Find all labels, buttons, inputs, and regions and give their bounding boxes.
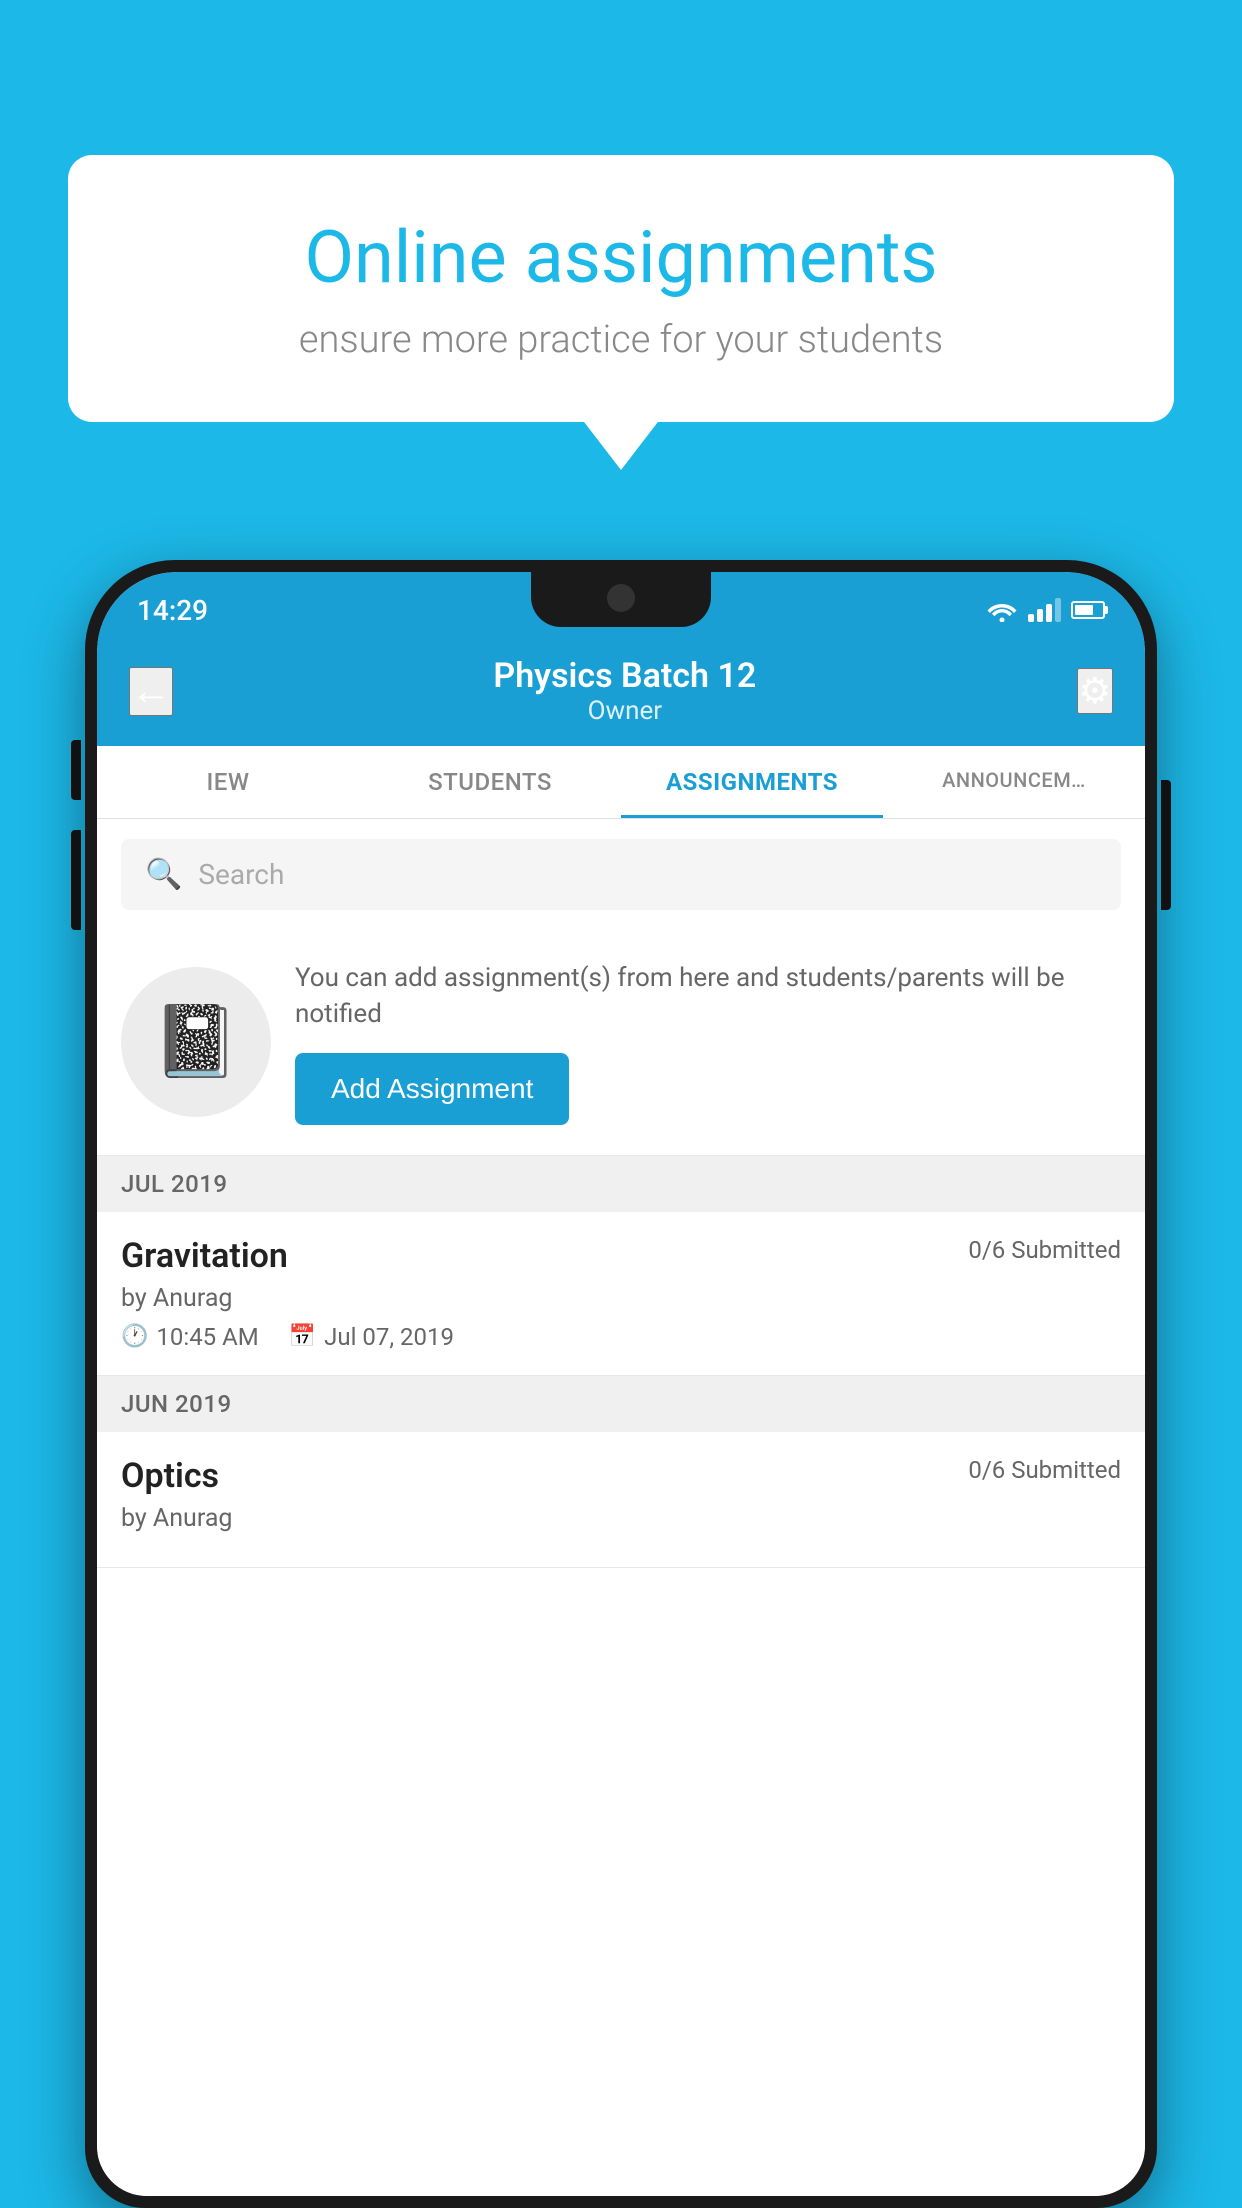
status-icons (986, 598, 1105, 622)
content-area: 🔍 Search 📓 You can add assignment(s) fro… (97, 819, 1145, 2196)
search-placeholder: Search (198, 858, 284, 891)
battery-icon (1071, 601, 1105, 619)
speech-bubble-title: Online assignments (138, 215, 1104, 300)
add-assignment-button[interactable]: Add Assignment (295, 1053, 569, 1125)
top-bar-subtitle: Owner (493, 696, 756, 726)
tabs-bar: IEW STUDENTS ASSIGNMENTS ANNOUNCEM… (97, 746, 1145, 819)
assignment-time: 🕐 10:45 AM (121, 1323, 259, 1351)
section-header-jul: JUL 2019 (97, 1156, 1145, 1212)
tab-iew[interactable]: IEW (97, 746, 359, 818)
top-bar-title: Physics Batch 12 (493, 656, 756, 696)
tab-assignments[interactable]: ASSIGNMENTS (621, 746, 883, 818)
back-button[interactable]: ← (129, 667, 173, 716)
notebook-icon: 📓 (152, 1001, 239, 1083)
assignment-meta: 🕐 10:45 AM 📅 Jul 07, 2019 (121, 1323, 1121, 1351)
speech-bubble-area: Online assignments ensure more practice … (68, 155, 1174, 422)
notch (531, 572, 711, 627)
assignment-submitted: 0/6 Submitted (968, 1236, 1121, 1264)
assignment-item-gravitation[interactable]: Gravitation 0/6 Submitted by Anurag 🕐 10… (97, 1212, 1145, 1376)
assignment-by-optics: by Anurag (121, 1504, 1121, 1533)
tab-announcements[interactable]: ANNOUNCEM… (883, 746, 1145, 818)
phone-frame: 14:29 (85, 560, 1157, 2208)
assignment-item-optics[interactable]: Optics 0/6 Submitted by Anurag (97, 1432, 1145, 1568)
speech-bubble: Online assignments ensure more practice … (68, 155, 1174, 422)
section-header-jun: JUN 2019 (97, 1376, 1145, 1432)
promo-content: You can add assignment(s) from here and … (295, 960, 1121, 1125)
promo-text: You can add assignment(s) from here and … (295, 960, 1121, 1033)
search-container: 🔍 Search (97, 819, 1145, 930)
speech-bubble-subtitle: ensure more practice for your students (138, 318, 1104, 362)
phone-inner: 14:29 (97, 572, 1145, 2196)
notch-camera (607, 584, 635, 612)
phone-side-right (1161, 780, 1171, 910)
assignment-by: by Anurag (121, 1284, 1121, 1313)
assignment-top-row-optics: Optics 0/6 Submitted (121, 1456, 1121, 1496)
assignment-top-row: Gravitation 0/6 Submitted (121, 1236, 1121, 1276)
assignment-name: Gravitation (121, 1236, 288, 1276)
settings-button[interactable]: ⚙ (1077, 668, 1113, 714)
battery-fill (1075, 605, 1093, 615)
top-bar-title-area: Physics Batch 12 Owner (493, 656, 756, 726)
clock-icon: 🕐 (121, 1324, 148, 1349)
phone-side-left (71, 740, 81, 800)
assignment-date-value: Jul 07, 2019 (324, 1323, 454, 1351)
promo-icon-circle: 📓 (121, 967, 271, 1117)
assignment-name-optics: Optics (121, 1456, 219, 1496)
promo-section: 📓 You can add assignment(s) from here an… (97, 930, 1145, 1156)
top-bar: ← Physics Batch 12 Owner ⚙ (97, 640, 1145, 746)
wifi-icon (986, 598, 1018, 622)
search-icon: 🔍 (145, 857, 182, 892)
tab-students[interactable]: STUDENTS (359, 746, 621, 818)
assignment-submitted-optics: 0/6 Submitted (968, 1456, 1121, 1484)
assignment-time-value: 10:45 AM (156, 1323, 258, 1351)
calendar-icon: 📅 (289, 1324, 316, 1349)
screen: 14:29 (97, 572, 1145, 2196)
status-time: 14:29 (137, 594, 208, 627)
assignment-date: 📅 Jul 07, 2019 (289, 1323, 454, 1351)
signal-icon (1028, 598, 1061, 622)
phone-side-left2 (71, 830, 81, 930)
search-bar[interactable]: 🔍 Search (121, 839, 1121, 910)
